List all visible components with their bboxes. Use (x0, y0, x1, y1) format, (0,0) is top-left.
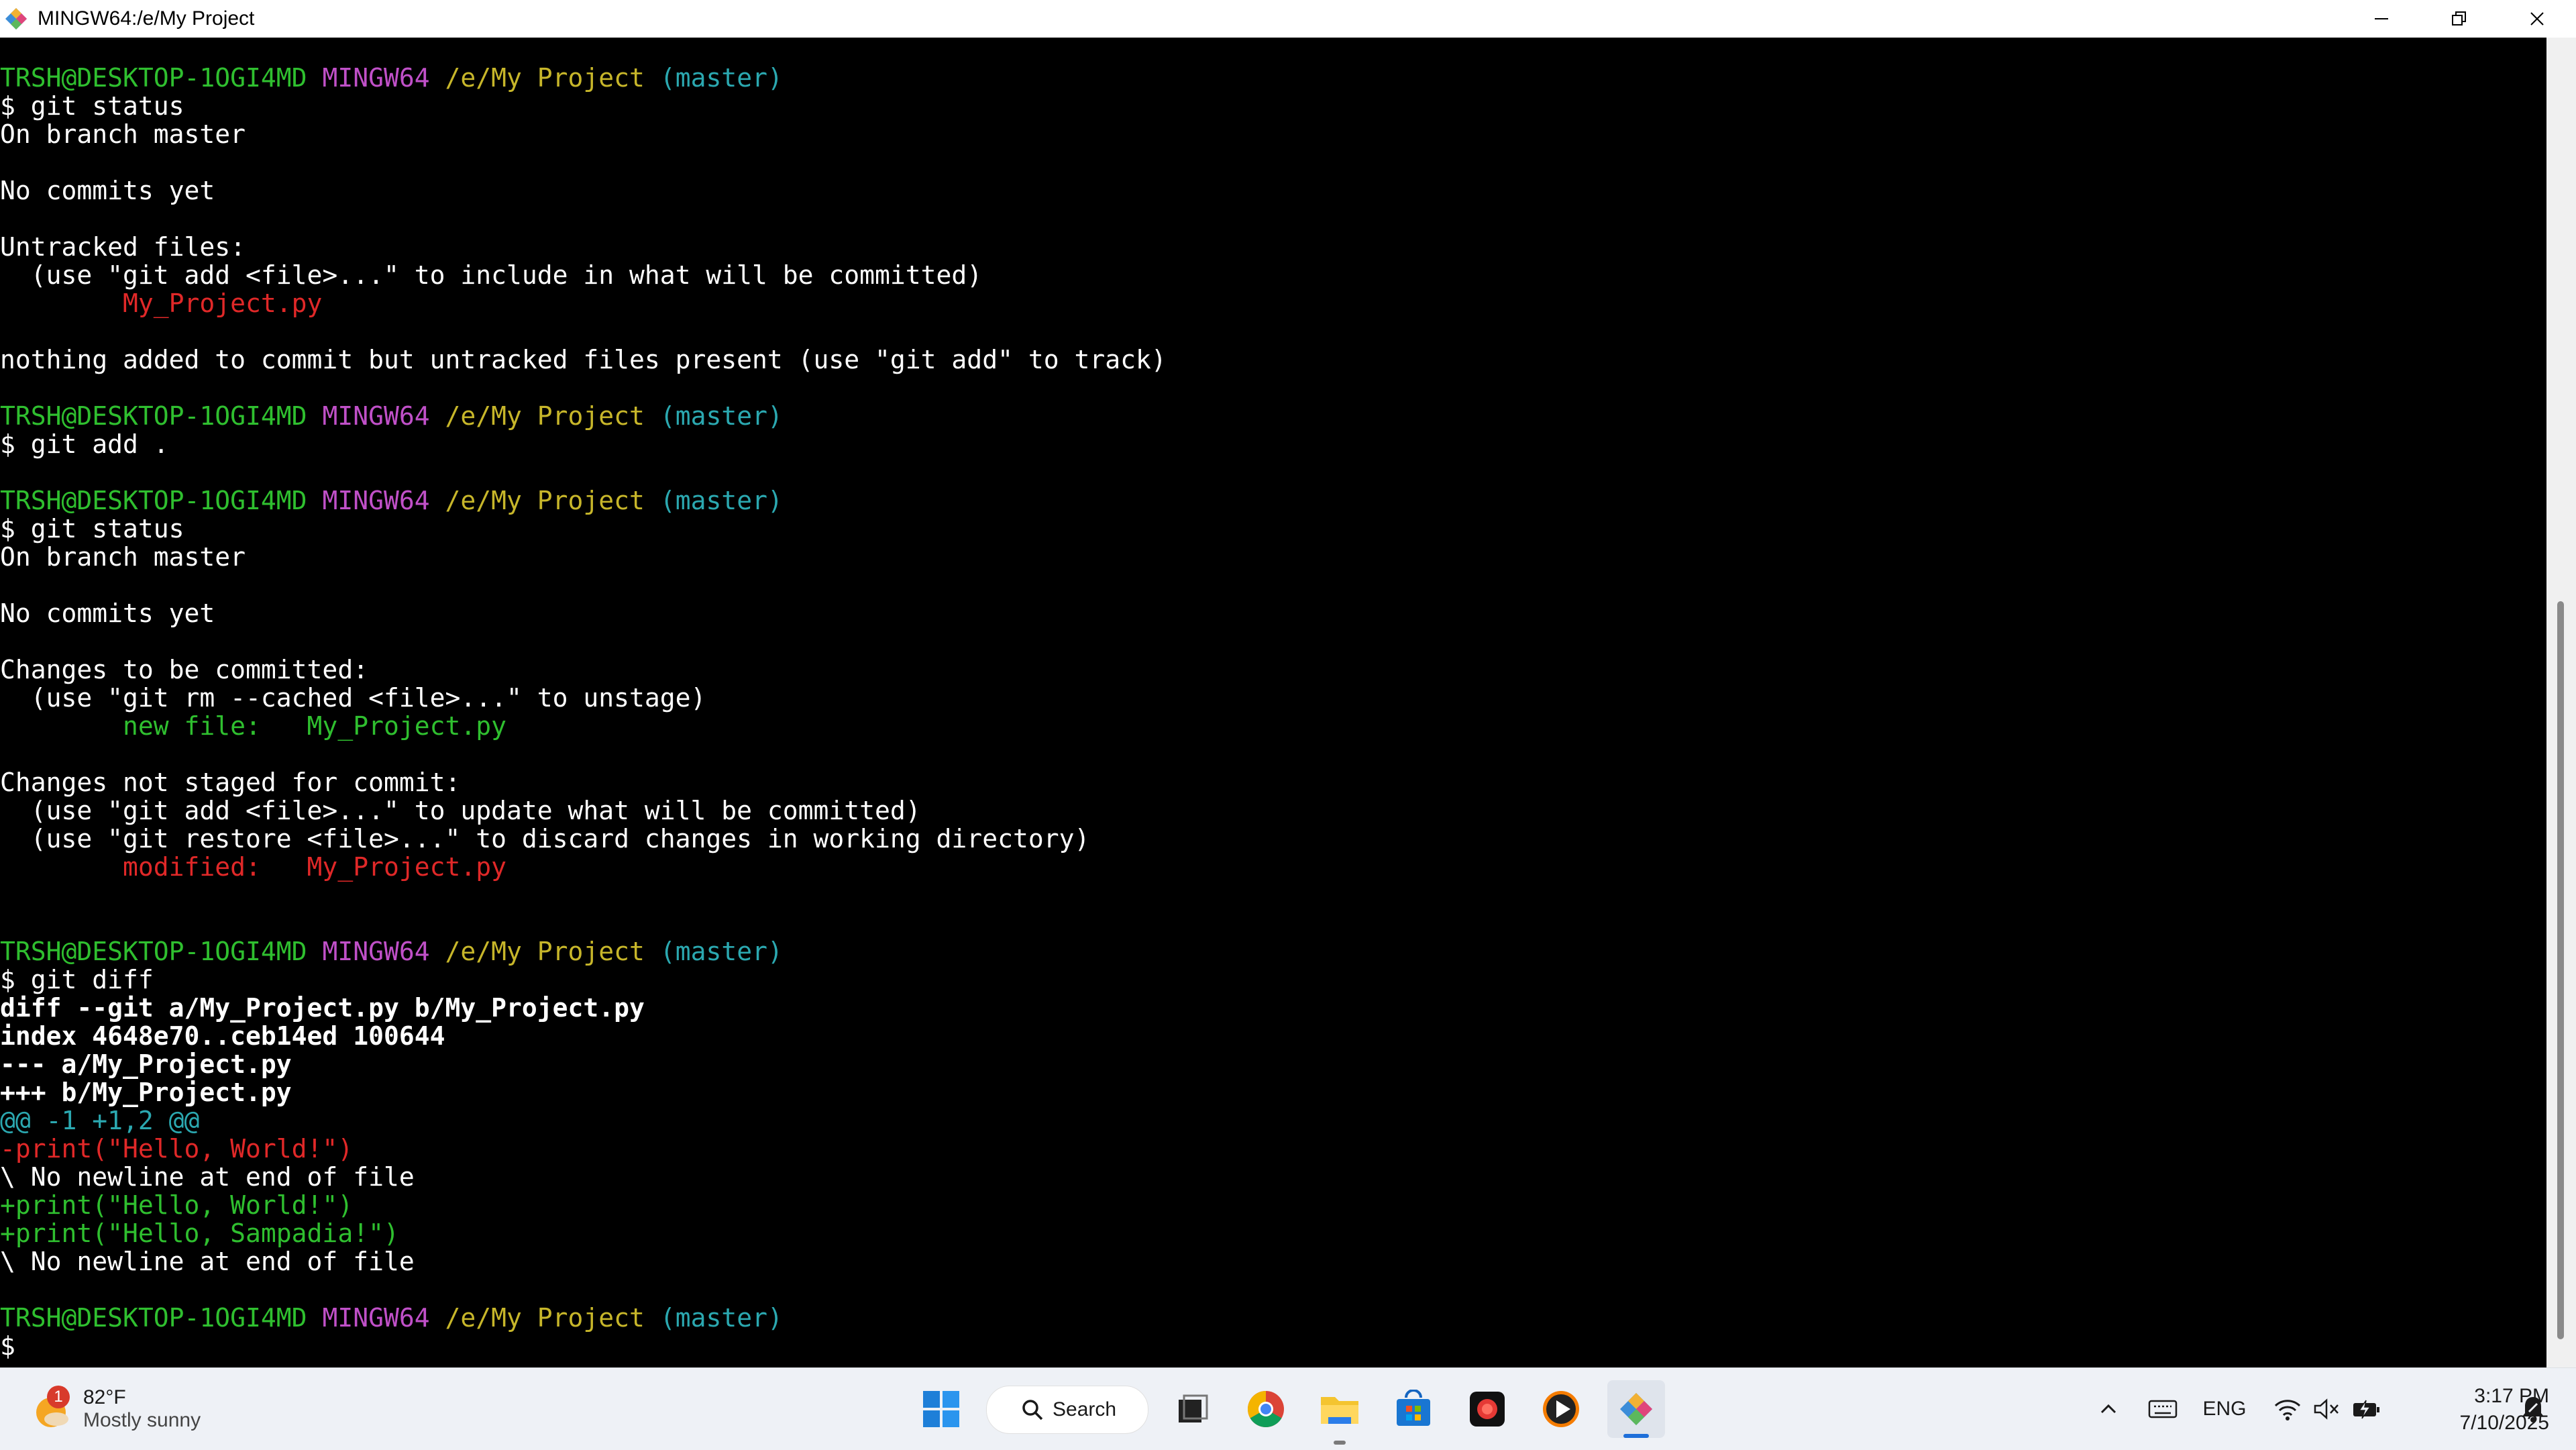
prompt-line: TRSH@DESKTOP-1OGI4MD MINGW64 /e/My Proje… (0, 486, 783, 515)
cursor-prompt-line[interactable]: $ (0, 1332, 1167, 1360)
chrome-taskbar-button[interactable] (1242, 1386, 1289, 1433)
folder-icon (1321, 1397, 1358, 1424)
diff-added-line: +print("Hello, Sampadia!") (0, 1219, 399, 1248)
search-label: Search (1053, 1398, 1117, 1420)
untracked-file-line: My_Project.py (0, 289, 323, 318)
prompt-line: TRSH@DESKTOP-1OGI4MD MINGW64 /e/My Proje… (0, 1303, 783, 1333)
recorder-taskbar-button[interactable] (1464, 1386, 1511, 1433)
close-button[interactable] (2498, 0, 2576, 38)
wifi-icon (2274, 1400, 2301, 1420)
terminal-output[interactable]: TRSH@DESKTOP-1OGI4MD MINGW64 /e/My Proje… (0, 38, 2546, 1367)
output-line: (use "git add <file>..." to include in w… (0, 260, 983, 290)
staged-file-line: new file: My_Project.py (0, 711, 506, 741)
diff-note-line: \ No newline at end of file (0, 1247, 415, 1276)
media-player-taskbar-button[interactable] (1538, 1386, 1585, 1433)
diff-added-line: +print("Hello, World!") (0, 1190, 354, 1220)
git-bash-icon (5, 8, 27, 30)
scrollbar-thumb[interactable] (2557, 601, 2564, 1339)
task-view-button[interactable] (1169, 1386, 1216, 1433)
prompt-line: TRSH@DESKTOP-1OGI4MD MINGW64 /e/My Proje… (0, 401, 783, 431)
battery-button[interactable] (2348, 1392, 2385, 1426)
search-icon (1022, 1400, 1043, 1420)
language-indicator[interactable]: ENG (2198, 1392, 2251, 1426)
prompt-line: TRSH@DESKTOP-1OGI4MD MINGW64 /e/My Proje… (0, 63, 783, 93)
diff-old-file-line: --- a/My_Project.py (0, 1049, 292, 1079)
close-icon (2530, 12, 2544, 25)
git-bash-icon (1620, 1393, 1652, 1425)
output-line: Changes to be committed: (0, 655, 369, 684)
diff-index-line: index 4648e70..ceb14ed 100644 (0, 1021, 445, 1051)
file-explorer-taskbar-button[interactable] (1316, 1386, 1363, 1445)
terminal-scrollbar[interactable] (2546, 38, 2576, 1367)
output-line: On branch master (0, 542, 246, 572)
show-hidden-icons-button[interactable] (2092, 1392, 2125, 1426)
weather-temperature: 82°F (83, 1386, 126, 1408)
command-line: $ git diff (0, 965, 154, 994)
notification-center-button[interactable] (2513, 1391, 2553, 1427)
git-bash-taskbar-button[interactable] (1607, 1380, 1665, 1438)
volume-button[interactable] (2309, 1392, 2344, 1426)
output-line: On branch master (0, 119, 246, 149)
restore-icon (2452, 11, 2466, 25)
taskbar: 1 82°F Mostly sunny Search ENG 3:17 PM 7… (0, 1367, 2576, 1450)
command-line: $ git status (0, 514, 184, 543)
output-line: (use "git restore <file>..." to discard … (0, 824, 1090, 853)
weather-condition: Mostly sunny (83, 1409, 201, 1431)
diff-hunk-line: @@ -1 +1,2 @@ (0, 1106, 200, 1135)
output-line: Untracked files: (0, 232, 246, 262)
diff-new-file-line: +++ b/My_Project.py (0, 1078, 292, 1107)
start-button[interactable] (918, 1386, 965, 1433)
output-line: (use "git rm --cached <file>..." to unst… (0, 683, 706, 713)
task-view-icon (1179, 1394, 1208, 1422)
keyboard-icon (2148, 1400, 2178, 1418)
restore-button[interactable] (2420, 0, 2498, 38)
microsoft-store-icon (1397, 1390, 1430, 1426)
active-indicator (1623, 1434, 1649, 1438)
output-line: nothing added to commit but untracked fi… (0, 345, 1167, 374)
windows-logo-icon (923, 1391, 959, 1427)
minimize-icon (2375, 18, 2388, 19)
chrome-icon (1247, 1391, 1284, 1428)
diff-removed-line: -print("Hello, World!") (0, 1134, 354, 1163)
notification-bell-icon (2522, 1397, 2544, 1422)
diff-note-line: \ No newline at end of file (0, 1162, 415, 1192)
output-line: No commits yet (0, 599, 215, 628)
output-line: Changes not staged for commit: (0, 768, 461, 797)
command-line: $ git status (0, 91, 184, 121)
battery-charging-icon (2353, 1400, 2379, 1419)
network-button[interactable] (2270, 1392, 2305, 1426)
taskbar-search[interactable]: Search (986, 1386, 1148, 1434)
record-icon (1470, 1392, 1505, 1427)
touch-keyboard-button[interactable] (2144, 1392, 2182, 1426)
diff-header-line: diff --git a/My_Project.py b/My_Project.… (0, 993, 645, 1023)
weather-badge: 1 (47, 1386, 70, 1408)
minimize-button[interactable] (2343, 0, 2420, 38)
chevron-up-icon (2100, 1404, 2116, 1414)
title-bar: MINGW64:/e/My Project (0, 0, 2576, 38)
window-title: MINGW64:/e/My Project (38, 7, 255, 30)
running-indicator (1334, 1441, 1346, 1445)
modified-file-line: modified: My_Project.py (0, 852, 506, 882)
volume-muted-icon (2314, 1398, 2339, 1420)
command-line: $ git add . (0, 429, 169, 459)
prompt-line: TRSH@DESKTOP-1OGI4MD MINGW64 /e/My Proje… (0, 937, 783, 966)
play-icon (1543, 1391, 1579, 1427)
weather-widget[interactable]: 1 82°F Mostly sunny (27, 1379, 228, 1439)
store-taskbar-button[interactable] (1390, 1386, 1437, 1433)
output-line: No commits yet (0, 176, 215, 205)
output-line: (use "git add <file>..." to update what … (0, 796, 921, 825)
